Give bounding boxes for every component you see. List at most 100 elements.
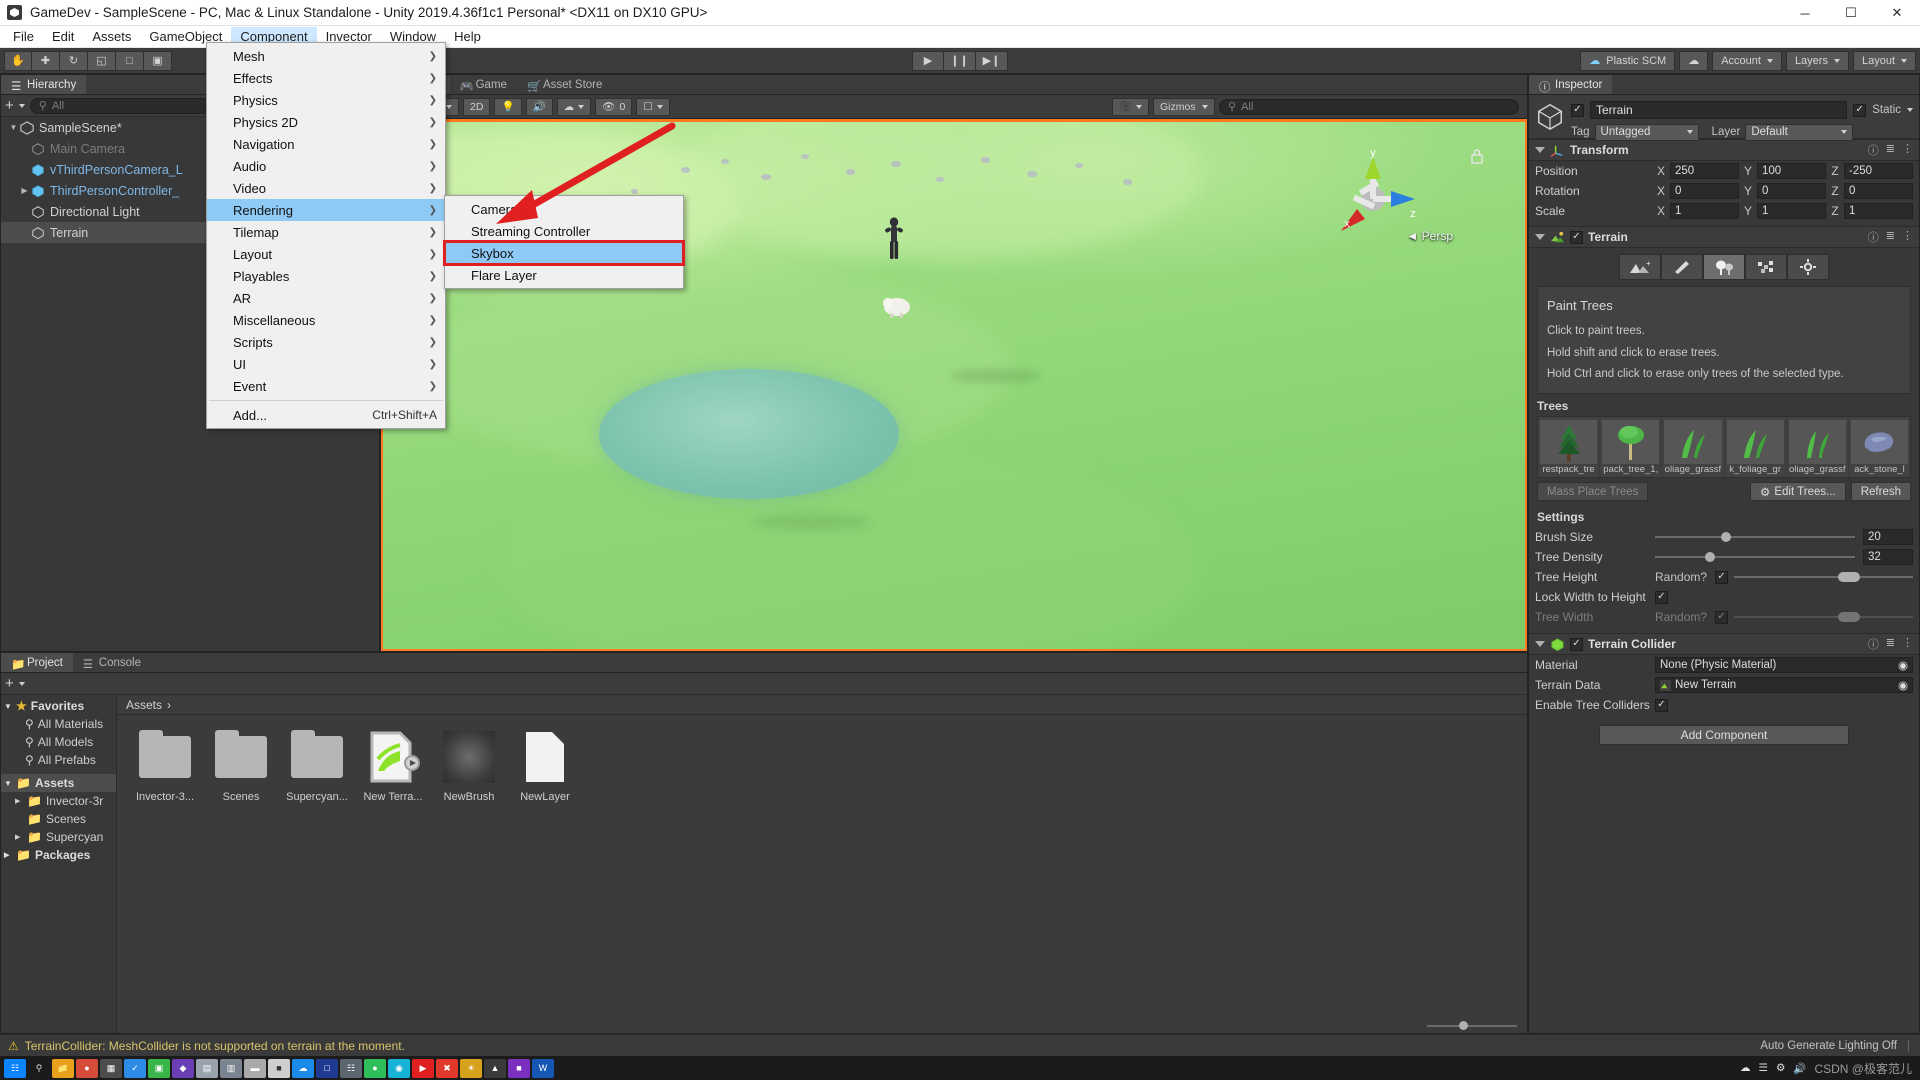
scene-visibility-toggle[interactable]: ☐: [636, 97, 670, 116]
component-menu-item-miscellaneous[interactable]: Miscellaneous ❯: [207, 309, 445, 331]
taskbar-word-icon[interactable]: W: [532, 1058, 554, 1078]
help-icon[interactable]: ⓘ: [1868, 636, 1879, 652]
scene-fx-dropdown[interactable]: ☁: [556, 97, 592, 116]
twisty-down-icon[interactable]: ▼: [7, 123, 20, 132]
layer-dropdown[interactable]: Default: [1745, 123, 1854, 141]
edit-trees-button[interactable]: ⚙ Edit Trees...: [1750, 482, 1846, 502]
taskbar-app-icon[interactable]: ◆: [172, 1058, 194, 1078]
taskbar-app-icon[interactable]: ●: [76, 1058, 98, 1078]
rotation-y-input[interactable]: 0: [1757, 183, 1826, 199]
pause-button[interactable]: ❙❙: [944, 50, 976, 71]
asset-zoom-slider[interactable]: [1427, 1021, 1517, 1030]
position-y-input[interactable]: 100: [1757, 163, 1826, 179]
create-asset-button[interactable]: +: [5, 676, 14, 691]
collapse-triangle-icon[interactable]: [1535, 234, 1545, 240]
rendering-menu-item-camera[interactable]: Camera: [445, 198, 683, 220]
terrain-collider-header[interactable]: ✓ Terrain Collider ⓘ ≣ ⋮: [1529, 633, 1919, 656]
component-menu-item-rendering[interactable]: Rendering ❯: [207, 199, 445, 221]
create-object-button[interactable]: +: [5, 98, 14, 113]
component-menu-item-physics[interactable]: Physics ❯: [207, 89, 445, 111]
tray-icon[interactable]: 🔊: [1793, 1062, 1806, 1075]
step-button[interactable]: ▶❙: [976, 50, 1008, 71]
enable-tree-colliders-checkbox[interactable]: ✓: [1655, 698, 1668, 712]
add-component-button[interactable]: Add Component: [1599, 725, 1849, 746]
scale-x-input[interactable]: 1: [1670, 203, 1739, 219]
layout-dropdown[interactable]: Layout: [1852, 50, 1916, 71]
paint-details-icon[interactable]: [1745, 254, 1787, 280]
tree-prototype-item[interactable]: restpack_tre: [1538, 417, 1601, 478]
tray-icon[interactable]: ⚙: [1776, 1062, 1785, 1074]
tab-game[interactable]: 🎮 Game: [449, 75, 517, 94]
chevron-down-icon[interactable]: [1907, 108, 1913, 112]
position-z-input[interactable]: -250: [1844, 163, 1913, 179]
account-dropdown[interactable]: Account: [1712, 50, 1782, 71]
preset-icon[interactable]: ≣: [1886, 229, 1895, 245]
tree-prototype-item[interactable]: k_foliage_gr: [1725, 417, 1787, 478]
rotation-z-input[interactable]: 0: [1844, 183, 1913, 199]
scene-orientation-gizmo[interactable]: y z x: [1327, 149, 1419, 241]
2d-toggle-button[interactable]: 2D: [463, 97, 491, 116]
taskbar-app-icon[interactable]: ▶: [412, 1058, 434, 1078]
taskbar-app-icon[interactable]: ☷: [340, 1058, 362, 1078]
paint-texture-icon[interactable]: [1661, 254, 1703, 280]
close-button[interactable]: ✕: [1874, 0, 1920, 26]
asset-item[interactable]: NewLayer: [507, 729, 583, 803]
status-message[interactable]: ⚠ TerrainCollider: MeshCollider is not s…: [0, 1039, 405, 1053]
rotate-tool-icon[interactable]: ↻: [60, 50, 88, 71]
help-icon[interactable]: ⓘ: [1868, 142, 1879, 158]
folder-row-scenes[interactable]: 📁 Scenes: [1, 810, 116, 828]
taskbar-search-icon[interactable]: ⚲: [28, 1059, 50, 1078]
component-menu-item-playables[interactable]: Playables ❯: [207, 265, 445, 287]
asset-item[interactable]: New Terra...: [355, 729, 431, 803]
minimize-button[interactable]: ─: [1782, 0, 1828, 26]
gizmos-dropdown[interactable]: Gizmos: [1153, 97, 1215, 116]
move-tool-icon[interactable]: ✚: [32, 50, 60, 71]
taskbar-unity-icon[interactable]: ▲: [484, 1058, 506, 1078]
favorite-all-prefabs[interactable]: ⚲ All Prefabs: [1, 751, 116, 769]
twisty-right-icon[interactable]: ▶: [4, 851, 16, 859]
preset-icon[interactable]: ≣: [1886, 142, 1895, 158]
menu-edit[interactable]: Edit: [43, 27, 83, 47]
terrain-enabled-checkbox[interactable]: ✓: [1570, 230, 1583, 244]
auto-generate-lighting-label[interactable]: Auto Generate Lighting Off: [1760, 1040, 1897, 1052]
twisty-right-icon[interactable]: ▶: [18, 186, 31, 195]
taskbar-app-icon[interactable]: ■: [508, 1058, 530, 1078]
component-menu-item-layout[interactable]: Layout ❯: [207, 243, 445, 265]
taskbar-app-icon[interactable]: ☀: [460, 1058, 482, 1078]
taskbar-app-icon[interactable]: ▥: [220, 1058, 242, 1078]
refresh-button[interactable]: Refresh: [1850, 482, 1911, 502]
asset-item[interactable]: Supercyan...: [279, 729, 355, 803]
plastic-scm-button[interactable]: ☁ Plastic SCM: [1580, 50, 1676, 71]
component-menu-item-tilemap[interactable]: Tilemap ❯: [207, 221, 445, 243]
paint-trees-icon[interactable]: [1703, 254, 1745, 280]
tray-icon[interactable]: ☁: [1740, 1062, 1751, 1074]
more-options-icon[interactable]: ⋮: [1902, 142, 1913, 158]
chevron-down-icon[interactable]: [18, 103, 25, 108]
taskbar-app-icon[interactable]: ✓: [124, 1058, 146, 1078]
scene-camera-settings[interactable]: 🎥: [1111, 97, 1149, 116]
favorite-all-models[interactable]: ⚲ All Models: [1, 733, 116, 751]
chevron-down-icon[interactable]: [18, 681, 25, 686]
tab-hierarchy[interactable]: ☰ Hierarchy: [1, 75, 87, 94]
tree-prototype-item[interactable]: oliage_grassf: [1662, 417, 1725, 478]
taskbar-app-icon[interactable]: ◉: [388, 1058, 410, 1078]
terrain-collider-enabled-checkbox[interactable]: ✓: [1570, 637, 1583, 651]
help-icon[interactable]: ⓘ: [1868, 229, 1879, 245]
taskbar-app-icon[interactable]: ■: [268, 1058, 290, 1078]
hidden-objects-count[interactable]: 👁 0: [595, 97, 633, 116]
taskbar-explorer-icon[interactable]: 📁: [52, 1058, 74, 1078]
rendering-menu-item-streaming-controller[interactable]: Streaming Controller: [445, 220, 683, 242]
rotation-x-input[interactable]: 0: [1670, 183, 1739, 199]
static-checkbox[interactable]: ✓: [1853, 103, 1867, 117]
maximize-button[interactable]: ☐: [1828, 0, 1874, 26]
taskbar-app-icon[interactable]: □: [316, 1058, 338, 1078]
component-menu-item-navigation[interactable]: Navigation ❯: [207, 133, 445, 155]
component-menu-item-add[interactable]: Add... Ctrl+Shift+A: [207, 404, 445, 426]
tree-density-slider[interactable]: [1655, 549, 1855, 565]
breadcrumb-assets[interactable]: Assets: [126, 698, 162, 712]
tree-prototype-item[interactable]: oliage_grassf: [1787, 417, 1849, 478]
scene-lighting-toggle[interactable]: 💡: [494, 97, 522, 116]
rendering-menu-item-flare-layer[interactable]: Flare Layer: [445, 264, 683, 286]
hand-tool-icon[interactable]: ✋: [4, 50, 32, 71]
taskbar-start-icon[interactable]: ☷: [4, 1058, 26, 1078]
